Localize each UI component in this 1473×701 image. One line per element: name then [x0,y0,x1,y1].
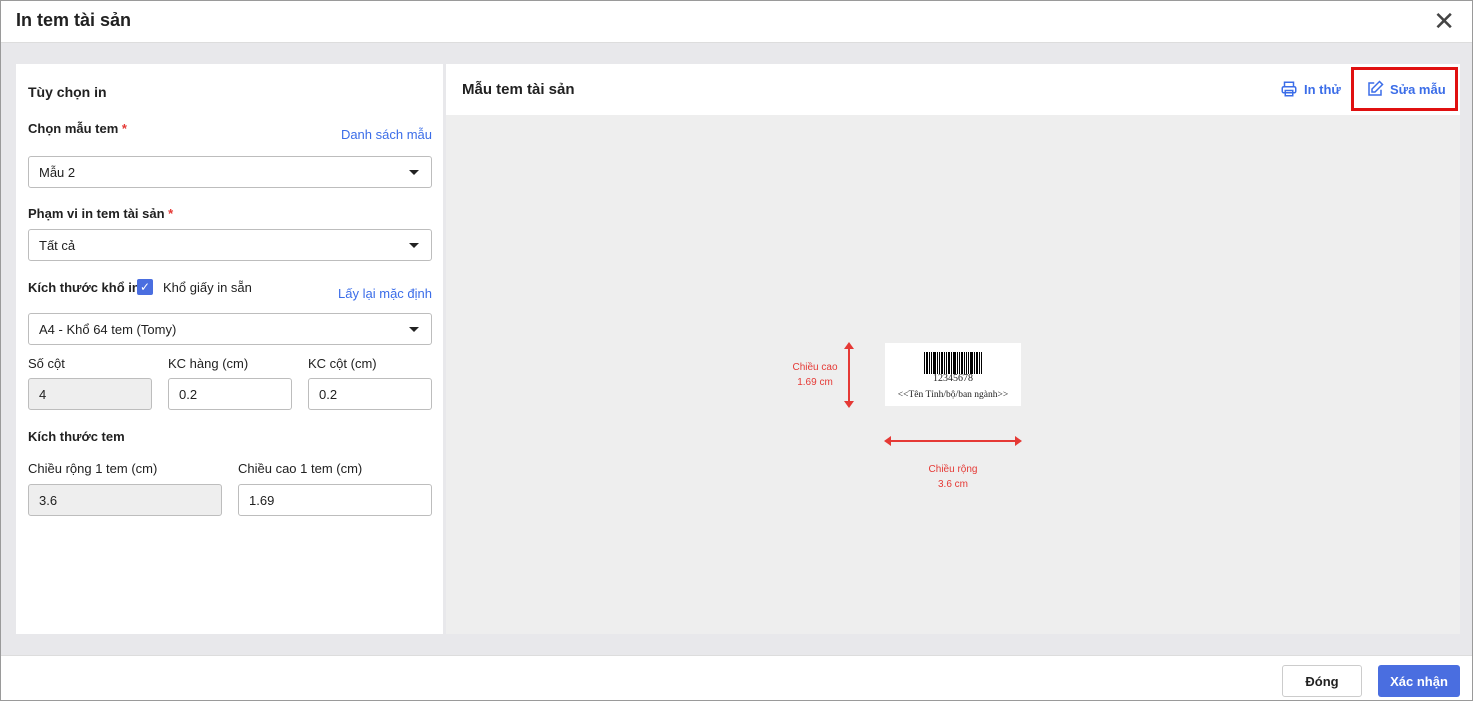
barcode-bar [981,352,982,374]
chevron-down-icon [409,327,419,332]
barcode-bar [948,352,950,374]
columns-label: Số cột [28,356,65,371]
barcode-bar [959,352,960,374]
print-test-button[interactable]: In thử [1280,80,1341,98]
row-gap-input[interactable]: 0.2 [168,378,292,410]
close-button[interactable]: Đóng [1282,665,1362,697]
paper-select[interactable]: A4 - Khổ 64 tem (Tomy) [28,313,432,345]
dialog-header: In tem tài sản ✕ [0,0,1473,43]
col-gap-label: KC cột (cm) [308,356,377,371]
barcode-bar [941,352,943,374]
barcode-bar [926,352,928,374]
barcode-bar [953,352,956,374]
col-gap-input[interactable]: 0.2 [308,378,432,410]
barcode-bar [966,352,967,374]
barcode-bar [929,352,930,374]
barcode-bar [957,352,958,374]
barcode-bar [924,352,925,374]
columns-input: 4 [28,378,152,410]
preview-header: Mẫu tem tài sản In thử Sửa mẫu [446,64,1460,115]
chevron-down-icon [409,170,419,175]
barcode-bar [961,352,963,374]
width-label: Chiều rộng 1 tem (cm) [28,461,158,476]
confirm-button[interactable]: Xác nhận [1378,665,1460,697]
row-gap-label: KC hàng (cm) [168,356,249,371]
width-arrow [884,436,1022,446]
barcode-bar [968,352,969,374]
label-size-title: Kích thước tem [28,429,125,444]
barcode-bar [976,352,978,374]
barcode-bar [944,352,945,374]
scope-label: Phạm vi in tem tài sản * [28,206,174,221]
reset-default-link[interactable]: Lấy lại mặc định [338,286,432,301]
barcode-bar [931,352,932,374]
dialog-title: In tem tài sản [16,10,132,30]
label-text: <<Tên Tỉnh/bộ/ban ngành>> [897,390,1009,400]
chevron-down-icon [409,243,419,248]
barcode-bar [964,352,965,374]
width-dimension: Chiều rộng 3.6 cm [928,464,978,490]
width-input: 3.6 [28,484,222,516]
paper-size-label: Kích thước khổ in [28,280,140,295]
barcode-bar [933,352,936,374]
edit-template-highlight [1351,67,1458,111]
barcode [885,352,1021,374]
barcode-bar [951,352,952,374]
close-icon[interactable]: ✕ [1433,6,1455,37]
barcode-bar [979,352,980,374]
print-options-panel: Tùy chọn in Chọn mẫu tem * Danh sách mẫu… [16,64,443,634]
asset-label-preview: 12345678 <<Tên Tỉnh/bộ/ban ngành>> [885,343,1021,406]
barcode-bar [939,352,940,374]
height-input[interactable]: 1.69 [238,484,432,516]
template-list-link[interactable]: Danh sách mẫu [341,127,432,142]
barcode-bar [937,352,938,374]
template-label: Chọn mẫu tem * [28,121,127,136]
scope-select[interactable]: Tất cả [28,229,432,261]
printer-icon [1281,81,1297,97]
barcode-bar [946,352,947,374]
preview-title: Mẫu tem tài sản [462,81,575,98]
barcode-bar [970,352,973,374]
barcode-number: 12345678 [933,373,973,384]
template-select[interactable]: Mẫu 2 [28,156,432,188]
panel-title: Tùy chọn in [28,84,107,100]
barcode-bar [974,352,975,374]
preprinted-paper-label: Khổ giấy in sẵn [163,280,252,295]
preprinted-paper-checkbox[interactable]: ✓ [137,279,153,295]
dialog-footer: Đóng Xác nhận [0,655,1473,701]
height-label: Chiều cao 1 tem (cm) [238,461,363,476]
height-dimension: Chiều cao 1.69 cm [792,362,838,388]
